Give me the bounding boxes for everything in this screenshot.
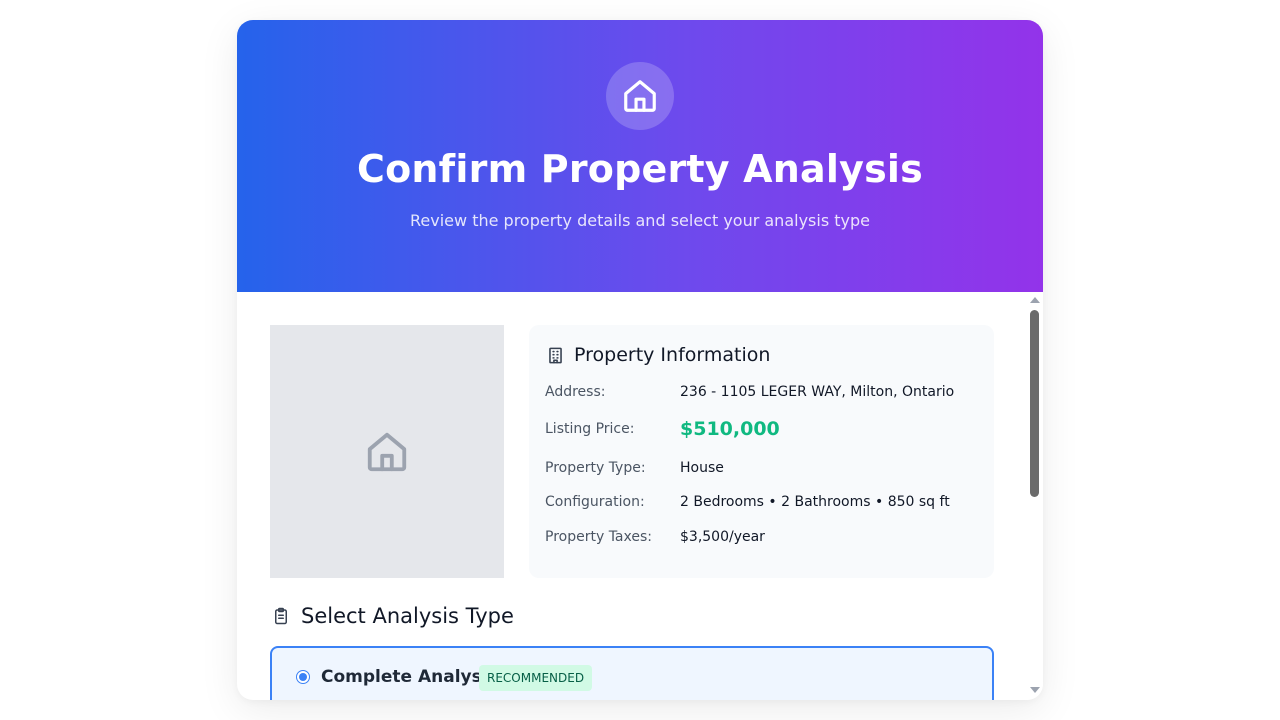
modal-header: Confirm Property Analysis Review the pro…	[237, 20, 1043, 292]
modal-title: Confirm Property Analysis	[357, 147, 923, 191]
property-taxes-label: Property Taxes:	[545, 529, 652, 545]
clipboard-icon	[275, 607, 287, 625]
property-type-value: House	[680, 460, 724, 476]
option-title: Complete Analysis	[321, 667, 498, 687]
property-type-row: Property Type: House	[545, 460, 724, 476]
configuration-row: Configuration: 2 Bedrooms • 2 Bathrooms …	[545, 494, 950, 510]
listing-price-value: $510,000	[680, 418, 780, 440]
home-icon	[624, 80, 656, 112]
property-type-label: Property Type:	[545, 460, 646, 476]
scroll-up-arrow-icon[interactable]	[1030, 297, 1040, 303]
analysis-modal: Confirm Property Analysis Review the pro…	[237, 20, 1043, 700]
modal-body[interactable]: Property Information Address: 236 - 1105…	[237, 292, 1043, 700]
listing-price-label: Listing Price:	[545, 421, 635, 437]
configuration-label: Configuration:	[545, 494, 645, 510]
scroll-thumb[interactable]	[1030, 310, 1039, 497]
header-icon-badge	[606, 62, 674, 130]
property-photo-placeholder	[270, 325, 504, 578]
property-info-card: Property Information Address: 236 - 1105…	[529, 325, 994, 578]
address-value: 236 - 1105 LEGER WAY, Milton, Ontario	[680, 384, 955, 400]
home-icon	[367, 432, 407, 471]
configuration-value: 2 Bedrooms • 2 Bathrooms • 850 sq ft	[680, 494, 950, 510]
complete-analysis-radio[interactable]	[296, 670, 310, 684]
modal-subtitle: Review the property details and select y…	[410, 211, 870, 230]
analysis-option-complete[interactable]: Complete Analysis RECOMMENDED	[270, 646, 994, 700]
address-label: Address:	[545, 384, 606, 400]
modal-scrollbar[interactable]	[1025, 292, 1043, 700]
property-info-title: Property Information	[574, 344, 771, 366]
analysis-type-title: Select Analysis Type	[301, 604, 514, 628]
property-taxes-value: $3,500/year	[680, 529, 765, 545]
scroll-down-arrow-icon[interactable]	[1030, 687, 1040, 693]
building-icon	[549, 347, 562, 363]
property-info-header: Property Information	[546, 343, 770, 367]
listing-price-row: Listing Price: $510,000	[545, 418, 780, 440]
analysis-type-header: Select Analysis Type	[272, 602, 514, 630]
radio-selected-dot	[299, 673, 307, 681]
recommended-badge: RECOMMENDED	[479, 665, 593, 691]
address-row: Address: 236 - 1105 LEGER WAY, Milton, O…	[545, 384, 954, 400]
property-taxes-row: Property Taxes: $3,500/year	[545, 529, 765, 545]
